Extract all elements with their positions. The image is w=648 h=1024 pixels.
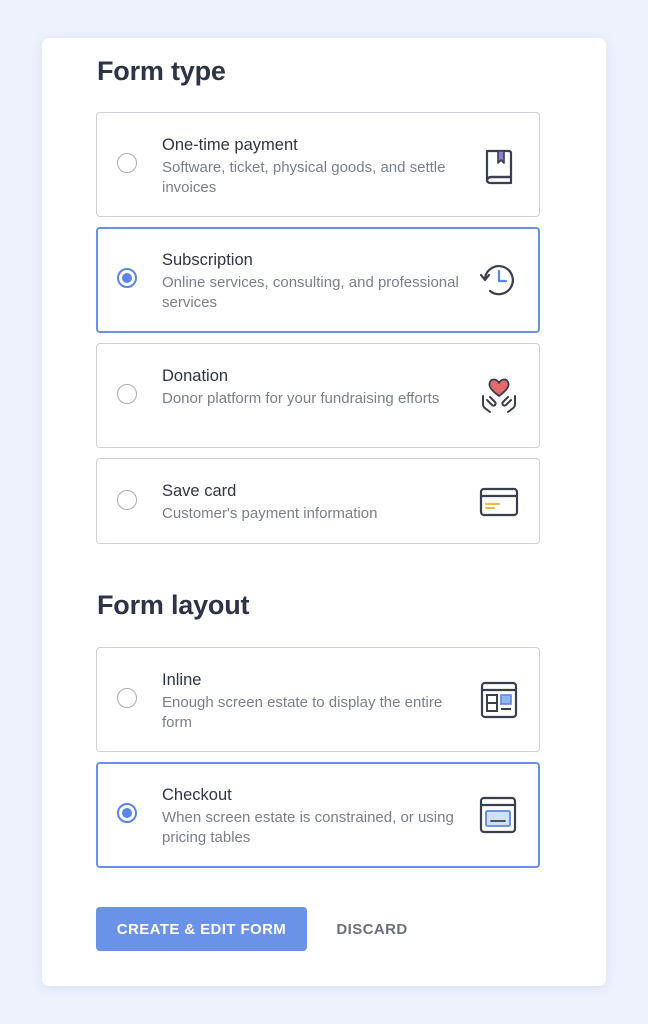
form-settings-card: Form type One-time payment Software, tic… bbox=[42, 38, 606, 986]
option-title: One-time payment bbox=[162, 136, 298, 154]
form-layout-heading: Form layout bbox=[97, 590, 250, 620]
option-description: When screen estate is constrained, or us… bbox=[162, 809, 454, 846]
option-title: Donation bbox=[162, 367, 229, 385]
option-one-time-payment[interactable]: One-time payment Software, ticket, physi… bbox=[96, 112, 540, 217]
option-inline[interactable]: Inline Enough screen estate to display t… bbox=[96, 647, 540, 752]
option-checkout[interactable]: Checkout When screen estate is constrain… bbox=[96, 762, 540, 868]
option-title: Save card bbox=[162, 482, 237, 500]
radio-subscription[interactable] bbox=[117, 268, 137, 288]
radio-checkout[interactable] bbox=[117, 803, 137, 823]
option-title: Checkout bbox=[162, 786, 232, 804]
radio-one-time-payment[interactable] bbox=[117, 153, 137, 173]
option-text: Subscription Online services, consulting… bbox=[162, 250, 462, 313]
option-save-card[interactable]: Save card Customer's payment information bbox=[96, 458, 540, 544]
inline-layout-icon bbox=[477, 678, 521, 722]
option-text: Inline Enough screen estate to display t… bbox=[162, 670, 462, 733]
heart-hands-icon bbox=[477, 374, 521, 418]
create-edit-form-button[interactable]: CREATE & EDIT FORM bbox=[96, 907, 307, 951]
checkout-window-icon bbox=[476, 793, 520, 837]
option-text: Save card Customer's payment information bbox=[162, 481, 462, 524]
option-description: Enough screen estate to display the enti… bbox=[162, 694, 443, 731]
option-subscription[interactable]: Subscription Online services, consulting… bbox=[96, 227, 540, 333]
credit-card-icon bbox=[477, 480, 521, 524]
option-description: Software, ticket, physical goods, and se… bbox=[162, 159, 446, 196]
option-description: Customer's payment information bbox=[162, 505, 378, 522]
option-text: One-time payment Software, ticket, physi… bbox=[162, 135, 462, 198]
radio-donation[interactable] bbox=[117, 384, 137, 404]
bookmark-book-icon bbox=[477, 143, 521, 187]
option-text: Checkout When screen estate is constrain… bbox=[162, 785, 462, 848]
option-description: Donor platform for your fundraising effo… bbox=[162, 390, 440, 407]
radio-inline[interactable] bbox=[117, 688, 137, 708]
option-donation[interactable]: Donation Donor platform for your fundrai… bbox=[96, 343, 540, 448]
radio-save-card[interactable] bbox=[117, 490, 137, 510]
option-title: Inline bbox=[162, 671, 202, 689]
option-description: Online services, consulting, and profess… bbox=[162, 274, 459, 311]
history-clock-icon bbox=[476, 258, 520, 302]
option-title: Subscription bbox=[162, 251, 253, 269]
discard-button[interactable]: DISCARD bbox=[322, 907, 422, 951]
option-text: Donation Donor platform for your fundrai… bbox=[162, 366, 462, 409]
form-type-heading: Form type bbox=[97, 56, 226, 86]
